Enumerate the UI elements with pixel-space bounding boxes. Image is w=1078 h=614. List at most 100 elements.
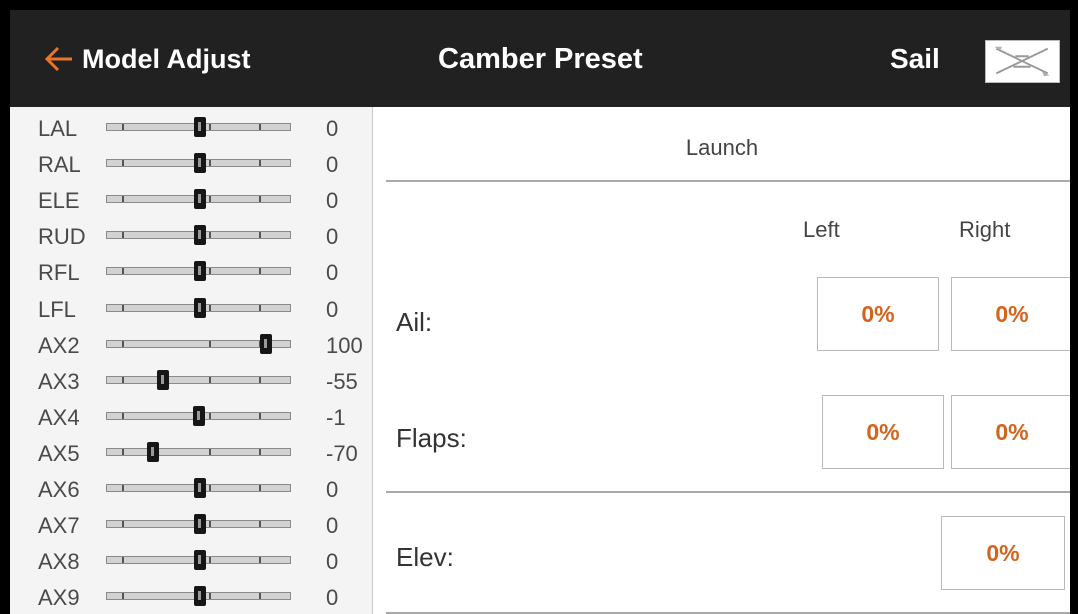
channel-name: LAL <box>38 116 78 141</box>
channel-name: ELE <box>38 188 80 214</box>
bar-tick <box>121 160 124 167</box>
channel-bar <box>106 369 291 390</box>
channel-bar <box>106 297 291 318</box>
channel-thumb <box>193 153 206 174</box>
channel-thumb <box>193 117 206 137</box>
back-button[interactable]: Model Adjust <box>42 36 251 82</box>
bar-tick <box>208 485 211 491</box>
channel-row: AX2 100 <box>10 328 373 362</box>
channel-name: LFL <box>38 296 76 322</box>
page-title: Camber Preset <box>438 43 643 75</box>
bar-tick <box>258 485 261 491</box>
channel-row: AX4 -1 <box>10 400 373 434</box>
channel-bar <box>106 333 291 354</box>
channel-row: RUD 0 <box>10 219 373 253</box>
bar-tick <box>208 268 211 275</box>
channel-bar <box>106 261 291 282</box>
channel-bar <box>106 153 291 174</box>
channel-thumb <box>193 586 206 607</box>
bar-tick <box>208 196 211 203</box>
bar-tick <box>258 268 261 275</box>
bar-tick <box>258 376 261 383</box>
bar-tick <box>258 232 261 239</box>
channel-thumb <box>193 189 206 210</box>
channel-thumb <box>193 478 206 498</box>
channel-row: LAL 0 <box>10 111 373 145</box>
channel-row: AX5 -70 <box>10 436 373 470</box>
bar-tick <box>208 304 211 311</box>
channel-row: AX9 0 <box>10 580 373 614</box>
channel-thumb <box>193 261 206 282</box>
channel-name: AX4 <box>38 404 80 430</box>
channel-thumb <box>193 514 206 535</box>
channel-value: 0 <box>326 224 339 250</box>
channel-value: 0 <box>326 188 339 214</box>
bar-tick <box>121 232 124 239</box>
channel-bar <box>106 478 291 498</box>
channel-bar <box>106 550 291 571</box>
channel-name: RFL <box>38 260 80 286</box>
bar-tick <box>121 304 124 311</box>
bar-tick <box>258 412 261 419</box>
glider-icon <box>994 46 1050 77</box>
channel-thumb <box>193 225 206 246</box>
channel-bar <box>106 586 291 607</box>
column-header-left: Left <box>803 217 840 242</box>
channel-value: 0 <box>326 549 339 575</box>
channel-name: AX9 <box>38 585 80 611</box>
ail-right-value[interactable]: 0% <box>951 277 1070 351</box>
channel-name: RUD <box>38 224 86 250</box>
bar-tick <box>121 593 124 600</box>
section-title: Launch <box>685 135 759 160</box>
model-name: Sail <box>890 43 940 74</box>
bar-tick <box>208 340 211 347</box>
channel-row: AX7 0 <box>10 508 373 542</box>
bar-tick <box>121 268 124 275</box>
bar-tick <box>208 593 211 600</box>
channel-value: -70 <box>326 440 358 466</box>
bar-tick <box>121 485 124 491</box>
bar-tick <box>121 340 124 347</box>
ail-label: Ail: <box>396 307 433 337</box>
bar-tick <box>258 196 261 203</box>
channel-thumb <box>193 550 206 571</box>
channel-bar <box>106 225 291 246</box>
channel-monitor: LAL 0 RAL 0 ELE 0 RUD 0 RFL 0 LFL 0 AX2 100 AX3 -55 AX4 -… <box>10 107 373 614</box>
channel-value: -1 <box>326 404 346 430</box>
channel-name: AX3 <box>38 368 80 394</box>
channel-thumb <box>156 369 169 390</box>
flaps-right-value[interactable]: 0% <box>951 395 1070 469</box>
bar-tick <box>121 521 124 528</box>
glider-model-icon[interactable] <box>985 40 1060 83</box>
elev-value[interactable]: 0% <box>941 516 1065 590</box>
channel-bar <box>106 441 291 462</box>
channel-name: AX5 <box>38 440 80 466</box>
bar-tick <box>258 521 261 528</box>
bar-tick <box>258 304 261 311</box>
flaps-label: Flaps: <box>396 423 467 453</box>
bar-tick <box>258 557 261 564</box>
channel-row: AX3 -55 <box>10 364 373 398</box>
channel-bar <box>106 117 291 137</box>
bar-tick <box>208 124 211 130</box>
divider <box>386 180 1070 182</box>
channel-value: 100 <box>326 332 363 358</box>
bar-tick <box>258 124 261 130</box>
channel-bar <box>106 189 291 210</box>
ail-left-value[interactable]: 0% <box>817 277 939 351</box>
channel-thumb <box>146 441 159 462</box>
channel-bar <box>106 405 291 426</box>
channel-name: AX7 <box>38 513 80 539</box>
channel-row: LFL 0 <box>10 292 373 326</box>
bar-tick <box>208 448 211 455</box>
elev-label: Elev: <box>396 542 454 572</box>
channel-name: AX8 <box>38 549 80 575</box>
channel-value: 0 <box>326 116 339 141</box>
channel-name: AX2 <box>38 332 80 358</box>
back-label: Model Adjust <box>82 43 251 74</box>
channel-value: 0 <box>326 296 339 322</box>
back-arrow-icon <box>44 46 72 72</box>
bar-tick <box>121 124 124 130</box>
flaps-left-value[interactable]: 0% <box>822 395 944 469</box>
bar-tick <box>208 557 211 564</box>
